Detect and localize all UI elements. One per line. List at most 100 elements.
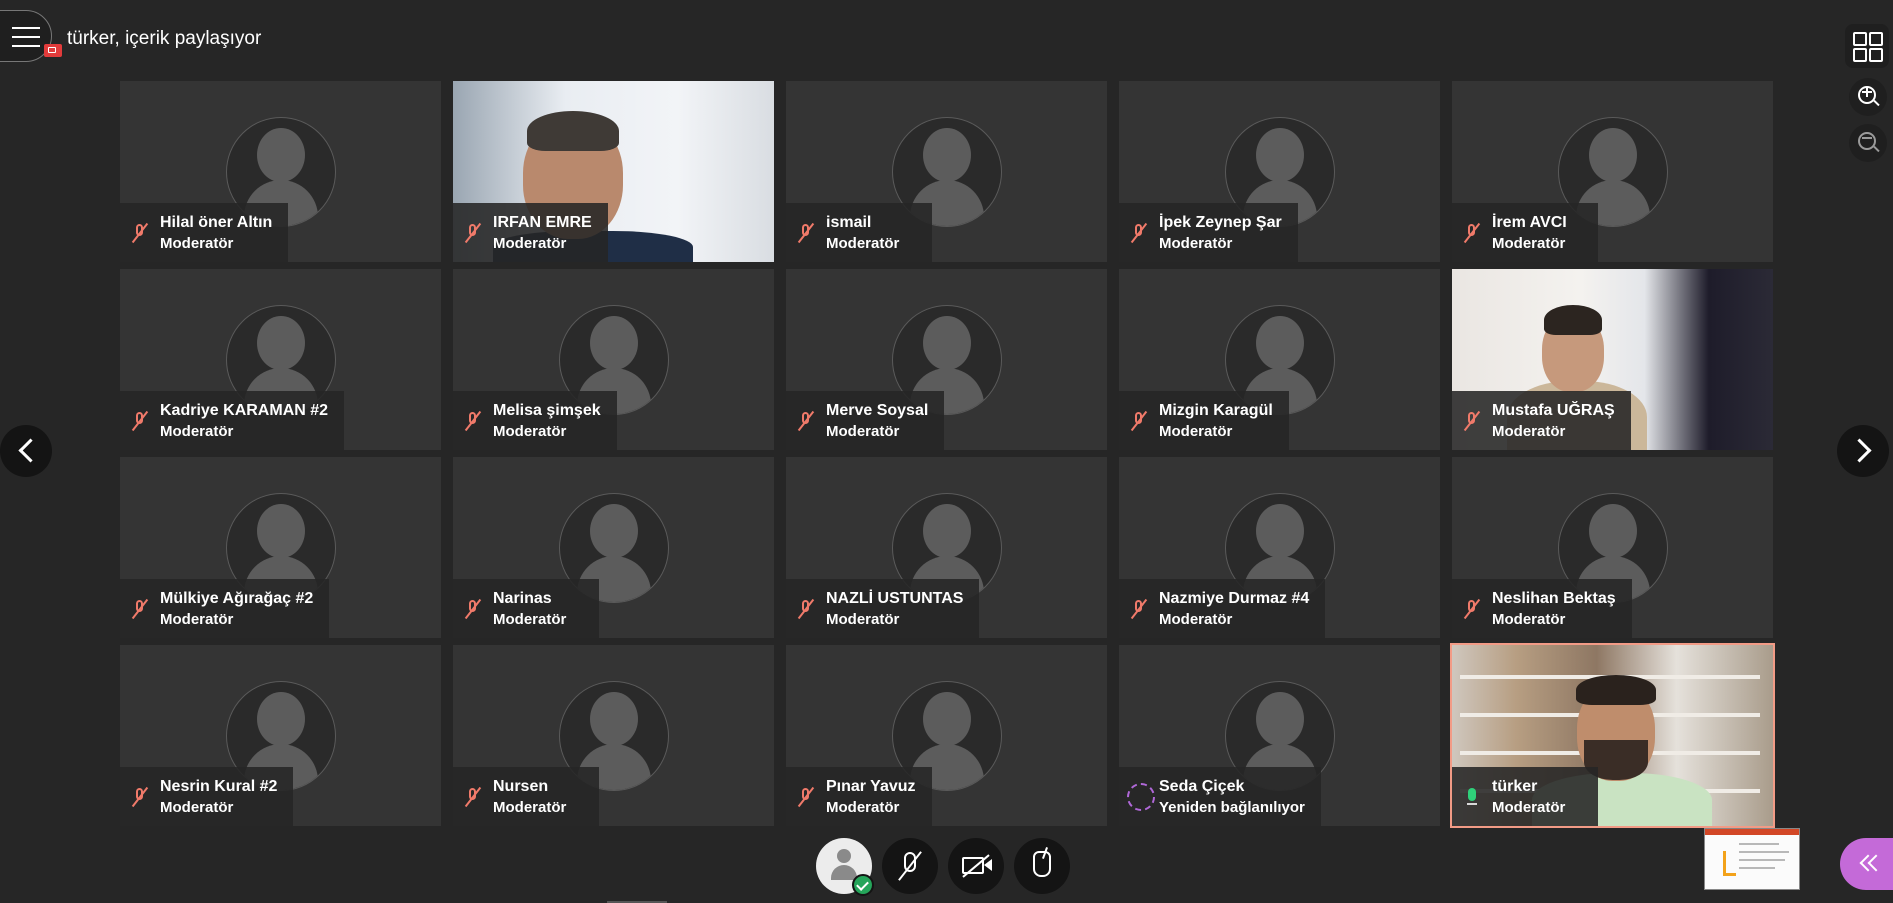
- name-plate: Mülkiye Ağırağaç #2 Moderatör: [120, 579, 330, 638]
- collaborate-panel-toggle[interactable]: [1840, 838, 1893, 890]
- participant-role: Moderatör: [160, 799, 234, 816]
- person-icon: [256, 504, 305, 558]
- microphone-off-icon: [463, 222, 483, 244]
- person-icon: [1255, 316, 1304, 370]
- grid-icon: [1869, 48, 1883, 62]
- name-plate: IRFAN EMRE Moderatör: [453, 203, 608, 262]
- microphone-off-icon: [463, 598, 483, 620]
- participant-role: Moderatör: [1492, 423, 1566, 440]
- participant-tile[interactable]: ismail Moderatör: [786, 81, 1107, 262]
- microphone-off-icon: [796, 410, 816, 432]
- participant-tile[interactable]: Nursen Moderatör: [453, 645, 774, 826]
- microphone-off-icon: [130, 222, 150, 244]
- name-plate: İrem AVCI Moderatör: [1452, 203, 1598, 262]
- participant-tile[interactable]: Melisa şimşek Moderatör: [453, 269, 774, 450]
- participant-tile[interactable]: Mustafa UĞRAŞ Moderatör: [1452, 269, 1773, 450]
- participant-name: Pınar Yavuz: [826, 778, 916, 795]
- person-icon: [589, 504, 638, 558]
- participant-tile[interactable]: NAZLİ USTUNTAS Moderatör: [786, 457, 1107, 638]
- participant-name: Mizgin Karagül: [1159, 402, 1273, 419]
- person-icon: [1255, 504, 1304, 558]
- participant-name: Nesrin Kural #2: [160, 778, 278, 795]
- participant-role: Moderatör: [1159, 611, 1233, 628]
- participant-name: Nursen: [493, 778, 549, 795]
- grid-view-button[interactable]: [1845, 24, 1889, 68]
- participant-tile[interactable]: türker Moderatör: [1450, 643, 1775, 828]
- previous-page-button[interactable]: [0, 425, 52, 477]
- participant-tile[interactable]: Nesrin Kural #2 Moderatör: [120, 645, 441, 826]
- person-icon: [1588, 504, 1637, 558]
- participant-tile[interactable]: Nazmiye Durmaz #4 Moderatör: [1119, 457, 1440, 638]
- zoom-in-icon: [1866, 87, 1868, 97]
- participant-name: Hilal öner Altın: [160, 214, 273, 231]
- participant-tile[interactable]: Merve Soysal Moderatör: [786, 269, 1107, 450]
- participant-tile[interactable]: Narinas Moderatör: [453, 457, 774, 638]
- participant-role: Moderatör: [826, 799, 900, 816]
- participant-name: türker: [1492, 778, 1538, 795]
- participant-role: Moderatör: [160, 423, 234, 440]
- participant-name: Mustafa UĞRAŞ: [1492, 402, 1615, 419]
- name-plate: Kadriye KARAMAN #2 Moderatör: [120, 391, 345, 450]
- name-plate: Pınar Yavuz Moderatör: [786, 767, 932, 826]
- participant-role: Moderatör: [493, 611, 567, 628]
- shared-content-thumbnail[interactable]: [1704, 828, 1800, 890]
- zoom-out-icon: [1862, 137, 1872, 139]
- zoom-in-button[interactable]: [1849, 78, 1887, 116]
- name-plate: Nursen Moderatör: [453, 767, 599, 826]
- name-plate: Hilal öner Altın Moderatör: [120, 203, 289, 262]
- person-icon: [922, 316, 971, 370]
- participant-name: Neslihan Bektaş: [1492, 590, 1616, 607]
- name-plate: NAZLİ USTUNTAS Moderatör: [786, 579, 980, 638]
- zoom-out-button[interactable]: [1849, 124, 1887, 162]
- person-icon: [1255, 128, 1304, 182]
- grid-icon: [1853, 32, 1867, 46]
- participant-role: Moderatör: [160, 235, 234, 252]
- my-status-button[interactable]: [816, 838, 874, 896]
- person-icon: [1588, 128, 1637, 182]
- name-plate: Merve Soysal Moderatör: [786, 391, 945, 450]
- person-icon: [589, 692, 638, 746]
- participant-tile[interactable]: Pınar Yavuz Moderatör: [786, 645, 1107, 826]
- participant-tile[interactable]: İrem AVCI Moderatör: [1452, 81, 1773, 262]
- microphone-off-icon: [796, 598, 816, 620]
- microphone-off-icon: [130, 410, 150, 432]
- camera-toggle-button[interactable]: [948, 838, 1004, 894]
- microphone-icon: [1462, 786, 1482, 808]
- name-plate: Neslihan Bektaş Moderatör: [1452, 579, 1632, 638]
- participant-tile[interactable]: Seda Çiçek Yeniden bağlanılıyor: [1119, 645, 1440, 826]
- name-plate: Mustafa UĞRAŞ Moderatör: [1452, 391, 1631, 450]
- participant-grid: Hilal öner Altın Moderatör IRFAN EMRE Moder…: [120, 81, 1775, 828]
- hamburger-icon: [12, 27, 40, 54]
- microphone-off-icon: [130, 786, 150, 808]
- person-icon: [256, 316, 305, 370]
- participant-tile[interactable]: Kadriye KARAMAN #2 Moderatör: [120, 269, 441, 450]
- participant-tile[interactable]: İpek Zeynep Şar Moderatör: [1119, 81, 1440, 262]
- raise-hand-button[interactable]: [1014, 838, 1070, 894]
- microphone-off-icon: [463, 786, 483, 808]
- person-icon: [922, 692, 971, 746]
- next-page-button[interactable]: [1837, 425, 1889, 477]
- check-icon: [852, 874, 874, 896]
- presenter-status: türker, içerik paylaşıyor: [67, 28, 262, 49]
- share-screen-icon: [44, 44, 62, 57]
- participant-tile[interactable]: IRFAN EMRE Moderatör: [453, 81, 774, 262]
- participant-role: Moderatör: [1159, 423, 1233, 440]
- participant-name: İrem AVCI: [1492, 214, 1567, 231]
- microphone-off-icon: [1129, 598, 1149, 620]
- participant-tile[interactable]: Mizgin Karagül Moderatör: [1119, 269, 1440, 450]
- microphone-off-icon: [796, 786, 816, 808]
- participant-tile[interactable]: Hilal öner Altın Moderatör: [120, 81, 441, 262]
- microphone-off-icon: [463, 410, 483, 432]
- participant-name: Nazmiye Durmaz #4: [1159, 590, 1310, 607]
- microphone-off-icon: [1462, 410, 1482, 432]
- microphone-off-icon: [1129, 222, 1149, 244]
- name-plate: Nazmiye Durmaz #4 Moderatör: [1119, 579, 1326, 638]
- participant-role: Moderatör: [826, 423, 900, 440]
- participant-tile[interactable]: Mülkiye Ağırağaç #2 Moderatör: [120, 457, 441, 638]
- name-plate: Narinas Moderatör: [453, 579, 599, 638]
- name-plate: Seda Çiçek Yeniden bağlanılıyor: [1119, 767, 1321, 826]
- microphone-toggle-button[interactable]: [882, 838, 938, 894]
- participant-role: Moderatör: [1492, 799, 1566, 816]
- person-icon: [256, 692, 305, 746]
- participant-tile[interactable]: Neslihan Bektaş Moderatör: [1452, 457, 1773, 638]
